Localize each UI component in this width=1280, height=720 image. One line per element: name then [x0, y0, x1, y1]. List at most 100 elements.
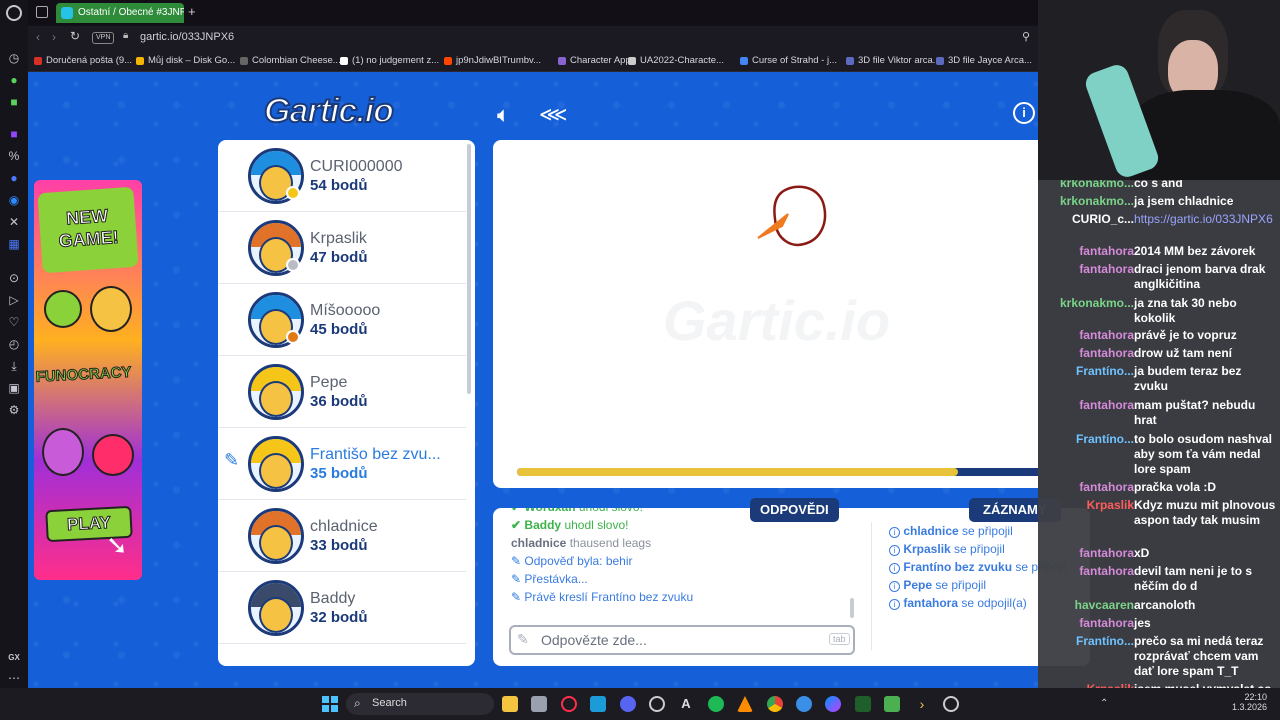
bookmark-item[interactable]: jp9nJdiwBITrumbv...: [444, 54, 541, 68]
app-icon[interactable]: [855, 696, 871, 712]
twitch-icon[interactable]: ■: [6, 126, 22, 142]
player-row[interactable]: chladnice 33 bodů: [218, 500, 466, 572]
chrome-icon[interactable]: [767, 696, 783, 712]
opera-gx-icon[interactable]: [561, 696, 577, 712]
more-icon[interactable]: ⋯: [6, 670, 22, 686]
chat-username[interactable]: CURIO_c...: [1072, 212, 1134, 227]
chat-username[interactable]: krkonakmo...: [1060, 194, 1134, 209]
pin-icon[interactable]: ⚲: [1022, 30, 1030, 43]
sound-icon[interactable]: 🔈︎: [497, 102, 510, 128]
chat-username[interactable]: krkonakmo...: [1060, 296, 1134, 311]
answer-input[interactable]: ✎ Odpovězte zde... tab: [509, 625, 855, 655]
chat-username[interactable]: fantahora: [1079, 546, 1134, 561]
bookmark-item[interactable]: (1) no judgement z...: [340, 54, 439, 68]
reload-icon[interactable]: ↻: [70, 29, 80, 43]
messenger-blue-icon[interactable]: ●: [6, 170, 22, 186]
bookmark-item[interactable]: Doručená pošta (9...: [34, 54, 132, 68]
workspaces-icon[interactable]: [36, 6, 48, 18]
chat-username[interactable]: havcaaren: [1075, 598, 1134, 613]
x-twitter-icon[interactable]: ✕: [6, 214, 22, 230]
chat-username[interactable]: fantahora: [1079, 328, 1134, 343]
telegram-icon[interactable]: ◉: [6, 192, 22, 208]
settings-icon[interactable]: ⚙: [6, 402, 22, 418]
clock[interactable]: 22:10 1.3.2026: [1232, 692, 1267, 712]
vlc-icon[interactable]: [737, 696, 753, 712]
messenger-app-icon[interactable]: [825, 696, 841, 712]
minecraft-icon[interactable]: [884, 696, 900, 712]
vpn-badge[interactable]: VPN: [92, 32, 115, 44]
player-row[interactable]: Míšooooo 45 bodů: [218, 284, 466, 356]
chat-username[interactable]: fantahora: [1079, 616, 1134, 631]
avatar-face: [259, 453, 293, 489]
share-icon[interactable]: ⋘: [539, 102, 567, 127]
steam-icon[interactable]: [590, 696, 606, 712]
chat-text: pračka vola :D: [1134, 480, 1217, 494]
player-row[interactable]: Baddy 32 bodů: [218, 572, 466, 644]
opera-logo-icon[interactable]: [6, 5, 22, 21]
drawing-canvas[interactable]: Gartic.io: [493, 140, 1042, 488]
bookmark-item[interactable]: Curse of Strahd - j...: [740, 54, 837, 68]
tab-active[interactable]: Ostatní / Obecné #3JNPX6: [56, 3, 184, 23]
gx-icon[interactable]: GX: [6, 650, 22, 666]
obs-icon[interactable]: [649, 696, 665, 712]
heart-icon[interactable]: ♡: [6, 314, 22, 330]
power-icon[interactable]: [943, 696, 959, 712]
messenger-icon[interactable]: ■: [6, 94, 22, 110]
chat-text: ja jsem chladnice: [1134, 194, 1234, 208]
player-icon[interactable]: ▷: [6, 292, 22, 308]
calendar-icon[interactable]: ▦: [6, 236, 22, 252]
plex-icon[interactable]: ›: [914, 696, 930, 712]
player-points: 54 bodů: [310, 177, 368, 194]
history-icon[interactable]: ⊙: [6, 270, 22, 286]
players-scrollbar[interactable]: [467, 144, 471, 394]
tray-chevron-icon[interactable]: ⌃: [1100, 698, 1108, 709]
tab-answers[interactable]: ODPOVĚDI: [750, 498, 839, 522]
file-explorer-icon[interactable]: [502, 696, 518, 712]
notepad-icon[interactable]: [531, 696, 547, 712]
chat-username[interactable]: krkonakmo...: [1060, 180, 1134, 191]
chat-username[interactable]: Frantíno...: [1076, 432, 1134, 447]
clock-icon[interactable]: ◴: [6, 336, 22, 352]
player-row[interactable]: Pepe 36 bodů: [218, 356, 466, 428]
chat-username[interactable]: fantahora: [1079, 480, 1134, 495]
url-text[interactable]: gartic.io/033JNPX6: [140, 31, 234, 43]
spotify-icon[interactable]: [708, 696, 724, 712]
chat-username[interactable]: fantahora: [1079, 244, 1134, 259]
bookmark-item[interactable]: Character App: [558, 54, 631, 68]
player-row[interactable]: CURI000000 54 bodů: [218, 140, 466, 212]
chat-username[interactable]: fantahora: [1079, 346, 1134, 361]
percent-icon[interactable]: %: [6, 148, 22, 164]
chat-text: 2014 MM bez závorek: [1134, 244, 1256, 258]
download-icon[interactable]: ⤓: [6, 358, 22, 374]
chat-username[interactable]: Krpaslik: [1087, 498, 1134, 513]
bookmark-item[interactable]: UA2022-Characte...: [628, 54, 724, 68]
player-row[interactable]: Krpaslik 47 bodů: [218, 212, 466, 284]
new-tab-icon[interactable]: +: [188, 4, 196, 19]
gartic-logo[interactable]: Gartic.io: [263, 91, 395, 131]
back-icon[interactable]: ‹: [36, 30, 40, 44]
chat-username[interactable]: fantahora: [1079, 564, 1134, 579]
record-line: i fantahora se odpojil(a): [889, 596, 1027, 610]
info-icon[interactable]: i: [1013, 102, 1035, 124]
box-icon[interactable]: ▣: [6, 380, 22, 396]
discord-icon[interactable]: [620, 696, 636, 712]
bookmark-item[interactable]: 3D file Viktor arca...: [846, 54, 941, 68]
affinity-icon[interactable]: A: [678, 696, 694, 712]
ad-banner[interactable]: NEW GAME! FUNOCRACY PLAY ➘: [34, 180, 142, 580]
canvas-watermark: Gartic.io: [663, 289, 891, 352]
player-name: Pepe: [310, 374, 348, 391]
bookmark-item[interactable]: Můj disk – Disk Go...: [136, 54, 235, 68]
player-row[interactable]: ✎ Františo bez zvu... 35 bodů: [218, 428, 466, 500]
taskbar-search[interactable]: ⌕ Search: [346, 693, 494, 715]
chat-username[interactable]: fantahora: [1079, 262, 1134, 277]
chat-username[interactable]: Frantíno...: [1076, 634, 1134, 649]
whatsapp-icon[interactable]: ●: [6, 72, 22, 88]
bookmark-item[interactable]: Colombian Cheese...: [240, 54, 341, 68]
speed-dial-icon[interactable]: ◷: [6, 50, 22, 66]
bookmark-item[interactable]: 3D file Jayce Arca...: [936, 54, 1032, 68]
start-icon[interactable]: [322, 696, 338, 712]
chat-username[interactable]: fantahora: [1079, 398, 1134, 413]
edge-icon[interactable]: [796, 696, 812, 712]
chat-username[interactable]: Frantíno...: [1076, 364, 1134, 379]
forward-icon[interactable]: ›: [52, 30, 56, 44]
